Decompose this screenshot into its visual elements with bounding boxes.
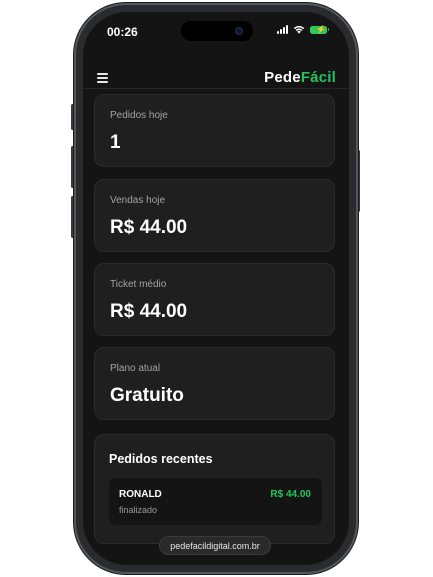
stat-value: R$ 44.00 [110, 301, 188, 322]
recent-orders-card: Pedidos recentes RONALD finalizado R$ 44… [94, 434, 335, 544]
stat-label: Pedidos hoje [110, 110, 168, 121]
brand-logo[interactable]: PedeFácil [264, 69, 336, 86]
wifi-icon [293, 25, 305, 34]
camera-icon [235, 27, 243, 35]
stat-card-current-plan: Plano atual Gratuito [94, 347, 335, 420]
stat-value: R$ 44.00 [110, 217, 188, 238]
app-header: PedeFácil [83, 56, 349, 89]
cellular-signal-icon [277, 25, 288, 34]
status-time: 00:26 [107, 25, 138, 39]
brand-accent: Fácil [300, 69, 336, 86]
brand-main: Pede [264, 69, 301, 86]
status-bar: 00:26 ⚡ [83, 12, 349, 52]
stat-card-average-ticket: Ticket médio R$ 44.00 [94, 263, 335, 336]
stat-label: Plano atual [110, 363, 161, 374]
browser-url-bar[interactable]: pedefacildigital.com.br [159, 536, 271, 555]
phone-screen: 00:26 ⚡ PedeFácil Pedidos hoje 1 Vendas … [83, 12, 349, 565]
stat-card-sales-today: Vendas hoje R$ 44.00 [94, 179, 335, 252]
hamburger-menu-icon[interactable] [97, 73, 108, 85]
stat-value: Gratuito [110, 385, 184, 406]
stat-card-orders-today: Pedidos hoje 1 [94, 94, 335, 167]
recent-orders-title: Pedidos recentes [109, 452, 213, 466]
status-icons: ⚡ [277, 25, 329, 34]
stat-value: 1 [110, 132, 121, 153]
order-total: R$ 44.00 [270, 489, 311, 500]
battery-charging-icon: ⚡ [310, 25, 329, 34]
order-status: finalizado [119, 505, 158, 515]
order-row[interactable]: RONALD finalizado R$ 44.00 [109, 478, 322, 525]
dynamic-island [181, 21, 253, 41]
stat-label: Ticket médio [110, 279, 167, 290]
stat-label: Vendas hoje [110, 195, 166, 206]
order-customer: RONALD [119, 489, 162, 500]
